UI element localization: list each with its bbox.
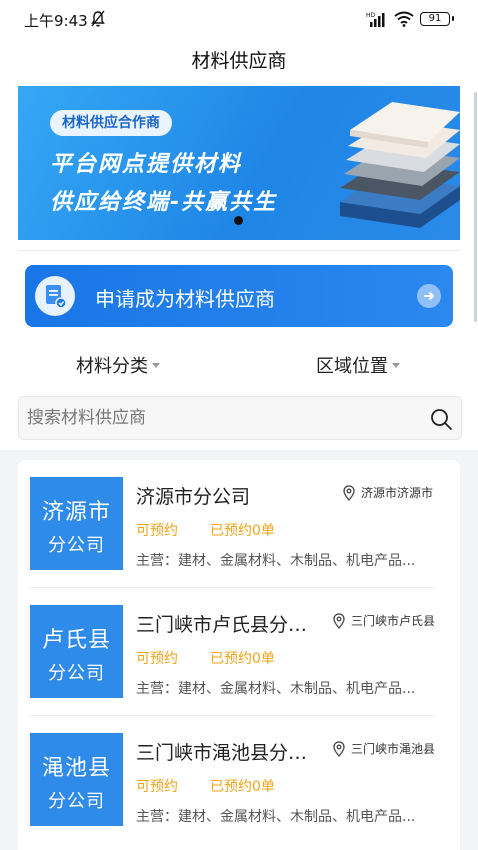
search-bar <box>18 396 462 440</box>
supplier-item[interactable]: 渑池县 分公司 三门峡市渑池县分公司 三门峡市渑池县 可预约 已预约0单 主营：… <box>18 716 460 844</box>
caret-down-icon <box>392 362 400 368</box>
supplier-logo: 渑池县 分公司 <box>30 733 123 826</box>
arrow-right-icon <box>417 284 441 308</box>
battery-indicator: 91 <box>420 12 454 26</box>
location-pin-icon <box>333 612 345 629</box>
supplier-location: 三门峡市渑池县 <box>332 740 450 757</box>
search-input[interactable] <box>27 397 417 439</box>
svg-text:HD: HD <box>366 12 376 19</box>
bell-off-icon <box>91 10 105 27</box>
supplier-logo-line1: 渑池县 <box>41 756 111 781</box>
supplier-location: 三门峡市卢氏县 <box>332 612 450 629</box>
location-pin-icon <box>343 484 355 501</box>
page-title: 材料供应商 <box>191 50 287 72</box>
supplier-main-business: 主营：建材、金属材料、木制品、机电产品... <box>136 681 416 697</box>
banner-headline-1: 平台网点提供材料 <box>50 152 243 177</box>
apply-supplier-button[interactable]: 申请成为材料供应商 <box>25 265 453 327</box>
supplier-name: 三门峡市卢氏县分公司 <box>136 614 316 636</box>
carousel-indicator[interactable] <box>234 216 243 225</box>
document-icon <box>35 276 75 316</box>
status-time: 上午9:43 <box>24 12 88 30</box>
supplier-location-text: 三门峡市渑池县 <box>351 742 436 756</box>
status-icons: HD 91 <box>366 10 454 28</box>
supplier-booked: 已预约0单 <box>210 779 275 795</box>
supplier-location-text: 三门峡市卢氏县 <box>351 614 436 628</box>
region-filter-label: 区域位置 <box>316 356 388 377</box>
supplier-item[interactable]: 卢氏县 分公司 三门峡市卢氏县分公司 三门峡市卢氏县 可预约 已预约0单 主营：… <box>18 588 460 716</box>
supplier-location-text: 济源市济源市 <box>361 486 434 500</box>
signal-icon: HD <box>366 12 385 27</box>
supplier-item[interactable]: 济源市 分公司 济源市分公司 济源市济源市 可预约 已预约0单 主营：建材、金属… <box>18 460 460 588</box>
banner[interactable]: 材料供应合作商 平台网点提供材料 供应给终端-共赢共生 <box>18 86 460 240</box>
supplier-logo-line1: 卢氏县 <box>41 628 111 653</box>
category-filter-label: 材料分类 <box>76 356 148 377</box>
supplier-location: 济源市济源市 <box>342 484 450 501</box>
supplier-logo-line2: 分公司 <box>48 663 105 684</box>
status-bar: 上午9:43 HD 91 <box>0 0 478 38</box>
divider <box>18 250 460 251</box>
banner-headline-2: 供应给终端-共赢共生 <box>50 190 278 215</box>
caret-down-icon <box>152 362 160 368</box>
supplier-name: 济源市分公司 <box>136 486 251 508</box>
banner-tag: 材料供应合作商 <box>50 110 172 136</box>
supplier-logo-line2: 分公司 <box>48 791 105 812</box>
material-layers-image <box>340 102 460 228</box>
supplier-logo-line2: 分公司 <box>48 535 105 556</box>
supplier-status: 可预约 <box>136 779 178 795</box>
location-pin-icon <box>333 740 345 757</box>
apply-supplier-label: 申请成为材料供应商 <box>95 287 275 311</box>
supplier-logo: 卢氏县 分公司 <box>30 605 123 698</box>
supplier-booked: 已预约0单 <box>210 651 275 667</box>
region-filter[interactable]: 区域位置 <box>316 352 400 378</box>
category-filter[interactable]: 材料分类 <box>76 352 160 378</box>
scrollbar[interactable] <box>474 92 477 322</box>
supplier-status: 可预约 <box>136 523 178 539</box>
supplier-name: 三门峡市渑池县分公司 <box>136 742 316 764</box>
supplier-logo-line1: 济源市 <box>41 500 111 525</box>
supplier-list: 济源市 分公司 济源市分公司 济源市济源市 可预约 已预约0单 主营：建材、金属… <box>18 460 460 850</box>
search-icon[interactable] <box>429 407 453 431</box>
supplier-main-business: 主营：建材、金属材料、木制品、机电产品... <box>136 809 416 825</box>
supplier-status: 可预约 <box>136 651 178 667</box>
wifi-icon <box>394 11 414 27</box>
supplier-booked: 已预约0单 <box>210 523 275 539</box>
supplier-logo: 济源市 分公司 <box>30 477 123 570</box>
supplier-main-business: 主营：建材、金属材料、木制品、机电产品... <box>136 553 416 569</box>
